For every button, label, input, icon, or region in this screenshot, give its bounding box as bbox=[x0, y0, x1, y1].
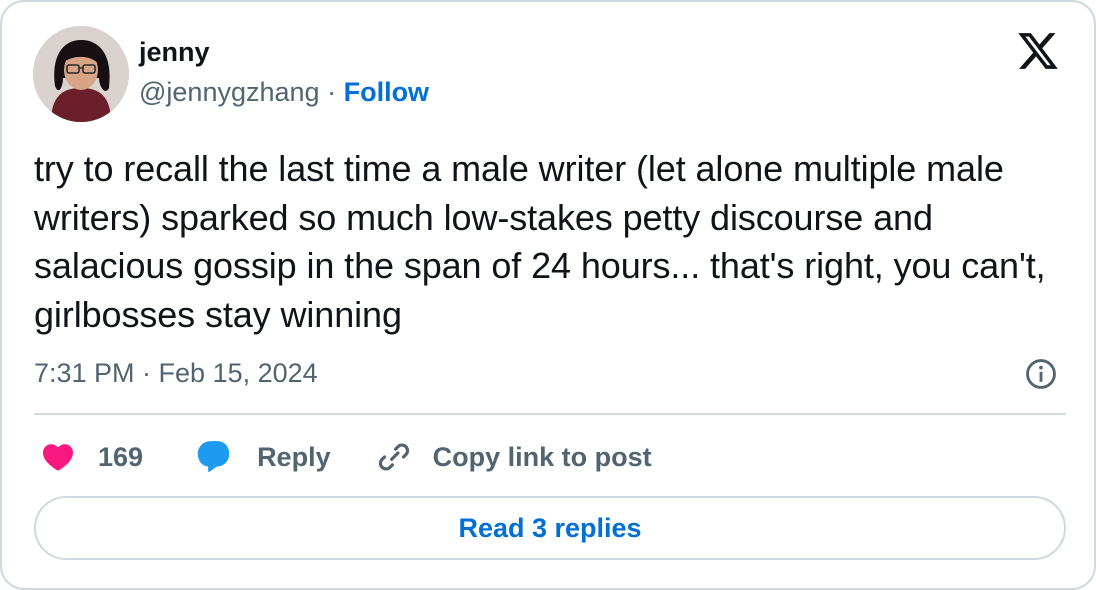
like-count: 169 bbox=[98, 442, 144, 472]
copy-link-button[interactable]: Copy link to post bbox=[375, 438, 652, 476]
avatar-image bbox=[33, 26, 129, 122]
reply-label: Reply bbox=[257, 442, 331, 472]
follow-button[interactable]: Follow bbox=[344, 77, 429, 107]
like-button[interactable]: 169 bbox=[40, 439, 143, 475]
reply-button[interactable]: Reply bbox=[195, 438, 331, 476]
divider bbox=[34, 413, 1066, 415]
info-icon[interactable] bbox=[1024, 357, 1058, 391]
author-name[interactable]: jenny bbox=[139, 35, 210, 69]
read-replies-label: Read 3 replies bbox=[458, 512, 642, 543]
x-logo-icon[interactable] bbox=[1016, 29, 1060, 73]
author-handle-line: @jennygzhang · Follow bbox=[139, 75, 429, 109]
avatar[interactable] bbox=[33, 26, 129, 122]
read-replies-button[interactable]: Read 3 replies bbox=[34, 496, 1066, 560]
link-icon bbox=[378, 443, 409, 471]
author-handle[interactable]: @jennygzhang bbox=[139, 77, 320, 107]
handle-separator: · bbox=[327, 77, 337, 107]
copy-link-label: Copy link to post bbox=[432, 442, 652, 472]
reply-bubble-icon bbox=[197, 441, 230, 472]
action-bar: 169 Reply Copy link to post bbox=[40, 437, 652, 477]
heart-icon bbox=[42, 444, 74, 471]
tweet-embed-card: jenny @jennygzhang · Follow try to recal… bbox=[0, 0, 1096, 590]
tweet-text: try to recall the last time a male write… bbox=[34, 148, 1046, 335]
tweet-timestamp[interactable]: 7:31 PM · Feb 15, 2024 bbox=[34, 356, 318, 390]
